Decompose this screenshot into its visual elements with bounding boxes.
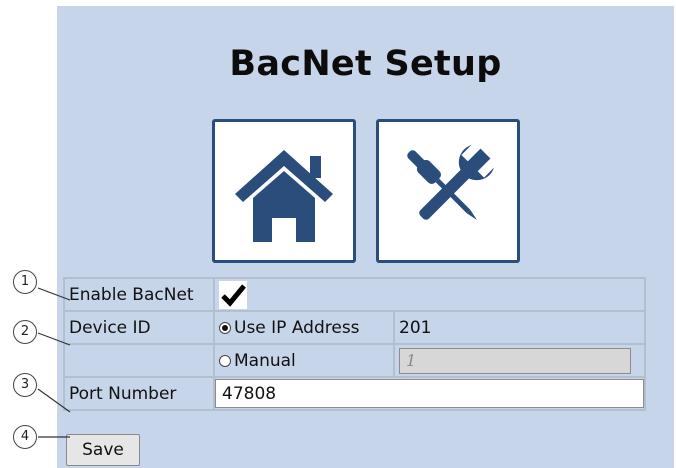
manual-row: Manual (63, 343, 646, 378)
save-button[interactable]: Save (66, 434, 140, 466)
page-title: BacNet Setup (229, 44, 502, 84)
port-number-input[interactable] (215, 379, 644, 408)
callout-marker-4: 4 (13, 425, 37, 449)
ip-device-id-value: 201 (399, 317, 432, 338)
manual-radio-option[interactable]: Manual (219, 351, 296, 371)
callout-marker-3: 3 (13, 373, 37, 397)
callout-marker-2: 2 (13, 320, 37, 344)
use-ip-radio-option[interactable]: Use IP Address (219, 318, 360, 338)
home-icon (235, 150, 333, 242)
manual-label: Manual (234, 350, 296, 371)
bacnet-settings-table: Enable BacNet Device ID Use IP Address 2… (63, 277, 646, 411)
port-number-label: Port Number (69, 383, 177, 404)
device-id-label: Device ID (69, 317, 151, 338)
tools-button[interactable] (376, 119, 520, 263)
manual-device-id-input[interactable] (399, 347, 631, 374)
device-id-row: Device ID Use IP Address 201 (63, 310, 646, 345)
use-ip-radio[interactable] (219, 321, 231, 334)
enable-bacnet-checkbox[interactable] (219, 280, 247, 309)
wrench-screwdriver-icon (407, 145, 494, 220)
enable-row: Enable BacNet (63, 277, 646, 312)
manual-radio[interactable] (219, 354, 231, 367)
home-button[interactable] (212, 119, 356, 263)
checkmark-icon (221, 283, 246, 307)
enable-bacnet-label: Enable BacNet (69, 284, 194, 305)
port-row: Port Number (63, 376, 646, 411)
use-ip-label: Use IP Address (234, 317, 360, 338)
callout-marker-1: 1 (13, 270, 37, 294)
